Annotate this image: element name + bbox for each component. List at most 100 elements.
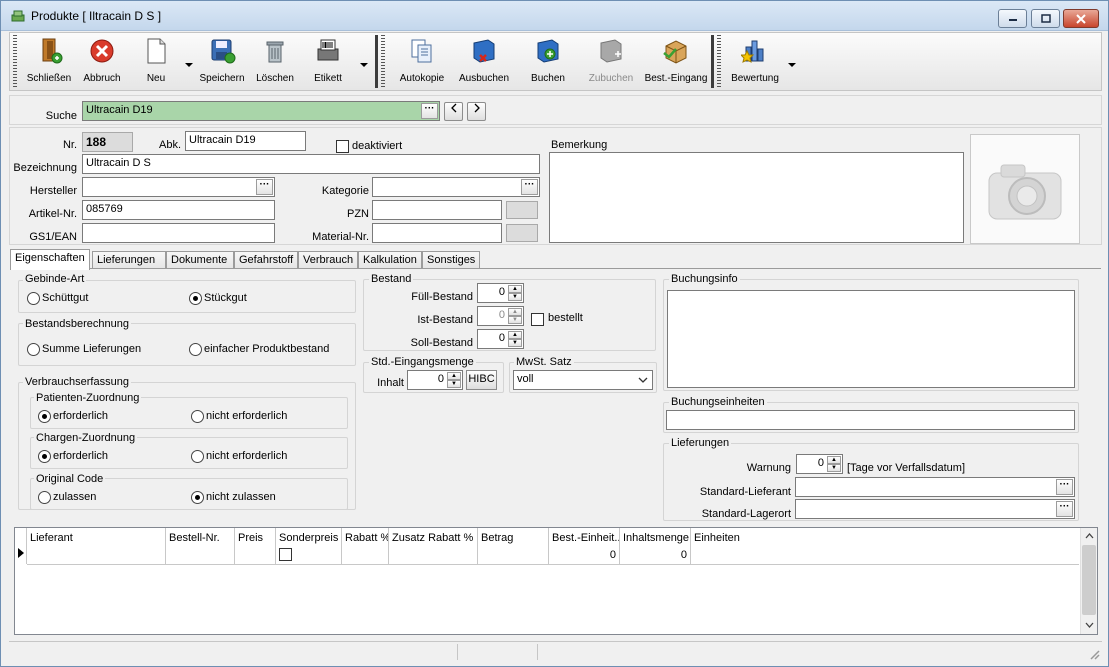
lagerort-browse-button[interactable]: ··· bbox=[1056, 501, 1073, 517]
col-preis[interactable]: Preis bbox=[235, 528, 276, 564]
inhalt-down-arrow-icon[interactable]: ▼ bbox=[447, 380, 461, 388]
add-booking-button[interactable]: Zubuchen bbox=[586, 37, 636, 87]
scroll-up-icon[interactable] bbox=[1085, 533, 1094, 539]
buchungseinheiten-input[interactable] bbox=[666, 410, 1075, 430]
rating-button[interactable]: Bewertung bbox=[728, 37, 782, 87]
book-out-button[interactable]: Ausbuchen bbox=[456, 37, 512, 87]
col-inhaltsmenge[interactable]: Inhaltsmenge 0 bbox=[620, 528, 691, 564]
chargen-erforderlich-radio[interactable] bbox=[38, 450, 51, 463]
cancel-button[interactable]: Abbruch bbox=[80, 37, 124, 87]
code-zulassen-radio[interactable] bbox=[38, 491, 51, 504]
standard-lagerort-input[interactable]: ··· bbox=[795, 499, 1075, 519]
label-button[interactable]: Etikett bbox=[304, 37, 352, 87]
buchungsinfo-title: Buchungsinfo bbox=[669, 273, 740, 285]
close-window-button[interactable] bbox=[1063, 9, 1099, 28]
bestellt-checkbox[interactable] bbox=[531, 313, 544, 326]
maximize-button[interactable] bbox=[1031, 9, 1060, 28]
soll-bestand-spinner[interactable]: 0 ▲ ▼ bbox=[477, 329, 524, 349]
barcode-printer-icon bbox=[317, 39, 339, 61]
fuell-bestand-spinner[interactable]: 0 ▲ ▼ bbox=[477, 283, 524, 303]
save-button[interactable]: Speichern bbox=[198, 37, 246, 87]
hersteller-browse-button[interactable]: ··· bbox=[256, 179, 273, 195]
chargen-nicht-erforderlich-radio[interactable] bbox=[191, 450, 204, 463]
soll-up-arrow-icon[interactable]: ▲ bbox=[508, 331, 522, 339]
gs1-input[interactable] bbox=[82, 223, 275, 243]
resize-grip-icon[interactable] bbox=[1088, 648, 1100, 660]
lieferant-browse-button[interactable]: ··· bbox=[1056, 479, 1073, 495]
col-betrag[interactable]: Betrag bbox=[478, 528, 549, 564]
standard-lieferant-input[interactable]: ··· bbox=[795, 477, 1075, 497]
search-input[interactable]: Ultracain D19 ··· bbox=[82, 101, 440, 121]
sonderpreis-checkbox[interactable] bbox=[279, 548, 292, 561]
schuettgut-radio[interactable] bbox=[27, 292, 40, 305]
code-nicht-zulassen-radio[interactable] bbox=[191, 491, 204, 504]
materialnr-input[interactable] bbox=[372, 223, 502, 243]
close-button[interactable]: Schließen bbox=[24, 37, 74, 87]
bezeichnung-input[interactable]: Ultracain D S bbox=[82, 154, 540, 174]
delete-button[interactable]: Löschen bbox=[252, 37, 298, 87]
abk-input[interactable]: Ultracain D19 bbox=[185, 131, 306, 151]
deaktiviert-checkbox[interactable] bbox=[336, 140, 349, 153]
toolbar-grip[interactable] bbox=[717, 35, 721, 88]
close-icon bbox=[1076, 13, 1086, 24]
buchungsinfo-textarea[interactable] bbox=[667, 290, 1075, 388]
inhalt-spinner[interactable]: 0 ▲ ▼ bbox=[407, 370, 463, 390]
stueckgut-radio[interactable] bbox=[189, 292, 202, 305]
col-best-einheit[interactable]: Best.-Einheit... 0 bbox=[549, 528, 620, 564]
artikelnr-input[interactable]: 085769 bbox=[82, 200, 275, 220]
fuell-up-arrow-icon[interactable]: ▲ bbox=[508, 285, 522, 293]
next-record-button[interactable] bbox=[467, 102, 486, 121]
hibc-button[interactable]: HIBC bbox=[466, 370, 497, 390]
order-receipt-button[interactable]: Best.-Eingang bbox=[644, 37, 708, 87]
tab-dokumente[interactable]: Dokumente bbox=[166, 251, 234, 269]
search-browse-button[interactable]: ··· bbox=[421, 103, 438, 119]
tab-kalkulation[interactable]: Kalkulation bbox=[358, 251, 422, 269]
label-dropdown-arrow[interactable] bbox=[360, 63, 368, 67]
summe-lieferungen-radio[interactable] bbox=[27, 343, 40, 356]
bemerkung-textarea[interactable] bbox=[549, 152, 964, 243]
deaktiviert-label: deaktiviert bbox=[352, 140, 403, 152]
book-button[interactable]: Buchen bbox=[524, 37, 572, 87]
new-button[interactable]: Neu bbox=[132, 37, 180, 87]
patient-nicht-erforderlich-radio[interactable] bbox=[191, 410, 204, 423]
col-sonderpreis[interactable]: Sonderpreis bbox=[276, 528, 342, 564]
tab-sonstiges[interactable]: Sonstiges bbox=[422, 251, 480, 269]
warnung-down-arrow-icon[interactable]: ▼ bbox=[827, 464, 841, 472]
col-rabatt[interactable]: Rabatt % bbox=[342, 528, 389, 564]
scroll-down-icon[interactable] bbox=[1085, 622, 1094, 628]
inhalt-up-arrow-icon[interactable]: ▲ bbox=[447, 372, 461, 380]
einfacher-bestand-radio[interactable] bbox=[189, 343, 202, 356]
new-button-label: Neu bbox=[146, 73, 166, 84]
grid-scrollbar[interactable] bbox=[1080, 528, 1097, 634]
previous-record-button[interactable] bbox=[444, 102, 463, 121]
mwst-select[interactable]: voll bbox=[513, 370, 653, 390]
materialnr-extra-field bbox=[506, 224, 538, 242]
tab-gefahrstoff[interactable]: Gefahrstoff bbox=[234, 251, 298, 269]
patient-erforderlich-radio[interactable] bbox=[38, 410, 51, 423]
tab-eigenschaften[interactable]: Eigenschaften bbox=[10, 249, 90, 270]
toolbar-grip[interactable] bbox=[13, 35, 17, 88]
col-lieferant[interactable]: Lieferant bbox=[27, 528, 166, 564]
tab-lieferungen[interactable]: Lieferungen bbox=[92, 251, 166, 269]
scroll-thumb[interactable] bbox=[1082, 545, 1096, 615]
autocopy-button[interactable]: Autokopie bbox=[394, 37, 450, 87]
toolbar-grip[interactable] bbox=[381, 35, 385, 88]
tab-verbrauch[interactable]: Verbrauch bbox=[298, 251, 358, 269]
kategorie-browse-button[interactable]: ··· bbox=[521, 179, 538, 195]
toolbar-separator bbox=[375, 35, 378, 88]
col-bestell-nr[interactable]: Bestell-Nr. bbox=[166, 528, 235, 564]
col-zusatz-rabatt[interactable]: Zusatz Rabatt % bbox=[389, 528, 478, 564]
new-dropdown-arrow[interactable] bbox=[185, 63, 193, 67]
rating-dropdown-arrow[interactable] bbox=[788, 63, 796, 67]
lieferungen-title: Lieferungen bbox=[669, 437, 732, 449]
fuell-down-arrow-icon[interactable]: ▼ bbox=[508, 293, 522, 301]
soll-down-arrow-icon[interactable]: ▼ bbox=[508, 339, 522, 347]
minimize-button[interactable] bbox=[998, 9, 1027, 28]
warnung-up-arrow-icon[interactable]: ▲ bbox=[827, 456, 841, 464]
warnung-spinner[interactable]: 0 ▲ ▼ bbox=[796, 454, 843, 474]
product-image[interactable] bbox=[970, 134, 1080, 244]
col-einheiten[interactable]: Einheiten bbox=[691, 528, 1079, 564]
pzn-input[interactable] bbox=[372, 200, 502, 220]
kategorie-input[interactable]: ··· bbox=[372, 177, 540, 197]
hersteller-input[interactable]: ··· bbox=[82, 177, 275, 197]
